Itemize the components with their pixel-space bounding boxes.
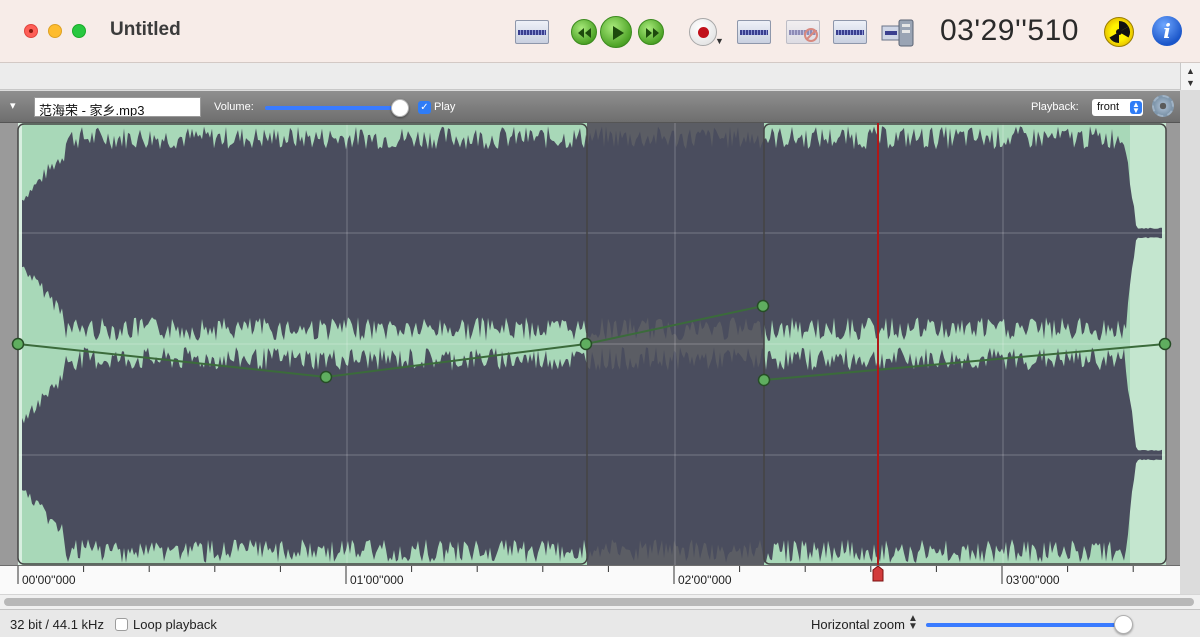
loop-playback-checkbox[interactable] — [115, 618, 128, 631]
play-icon[interactable] — [600, 16, 632, 48]
envelope-point[interactable] — [757, 373, 771, 387]
envelope-point[interactable] — [756, 299, 770, 313]
playback-select[interactable]: front ▲ ▼ — [1092, 99, 1143, 116]
horizontal-scrollbar[interactable] — [0, 594, 1200, 609]
zoom-stepper-icon[interactable]: ▲ ▼ — [908, 614, 918, 632]
audio-format: 32 bit / 44.1 kHz — [10, 617, 104, 632]
envelope-point[interactable] — [319, 370, 333, 384]
record-icon[interactable] — [689, 18, 717, 46]
waveform-channel — [22, 126, 1162, 341]
envelope-point[interactable] — [579, 337, 593, 351]
play-checkbox[interactable]: ✓ — [418, 101, 431, 114]
horizontal-scroll-thumb[interactable] — [4, 598, 1194, 606]
horizontal-zoom-label: Horizontal zoom — [811, 617, 905, 632]
ruler-ticks — [17, 566, 1134, 584]
track-header: ▾ 范海荣 - 家乡.mp3 Volume: ✓ Play Playback: … — [0, 91, 1180, 123]
playback-value: front — [1097, 101, 1120, 113]
rewind-icon[interactable] — [571, 19, 597, 45]
export-icon[interactable] — [881, 18, 915, 48]
status-bar: 32 bit / 44.1 kHz Loop playback Horizont… — [0, 609, 1200, 637]
play-label: Play — [434, 101, 456, 113]
select-arrows-icon: ▲ ▼ — [1130, 101, 1142, 115]
waveform-icon[interactable] — [515, 20, 549, 44]
minimize-window-button[interactable] — [48, 24, 62, 38]
volume-label: Volume: — [214, 101, 254, 113]
record-menu-caret-icon[interactable]: ▼ — [715, 36, 724, 46]
loop-playback-label: Loop playback — [133, 617, 217, 632]
zoom-window-button[interactable] — [72, 24, 86, 38]
waveform-canvas[interactable] — [0, 123, 1180, 565]
window-title: Untitled — [110, 19, 181, 40]
timeline-label: 02'00''000 — [678, 573, 732, 587]
waveform-edit-icon[interactable] — [737, 20, 771, 44]
envelope-point[interactable] — [11, 337, 25, 351]
horizontal-zoom-slider[interactable] — [926, 623, 1126, 627]
radiation-icon[interactable] — [1104, 17, 1134, 47]
collapse-track-icon[interactable]: ▾ — [10, 99, 24, 113]
track-list-strip — [0, 63, 1200, 90]
timeline-label: 03'00''000 — [1006, 573, 1060, 587]
file-name-field[interactable]: 范海荣 - 家乡.mp3 — [34, 97, 201, 117]
waveform-view[interactable] — [0, 123, 1180, 565]
envelope-point[interactable] — [1158, 337, 1172, 351]
timeline-ruler[interactable]: 00'00''000 01'00''000 02'00''000 03'00''… — [0, 565, 1180, 594]
close-window-button[interactable] — [24, 24, 38, 38]
volume-slider[interactable] — [265, 106, 405, 110]
vertical-scroll-arrows[interactable]: ▲ ▼ — [1180, 63, 1200, 90]
info-icon[interactable]: i — [1152, 16, 1182, 46]
waveform-disabled-icon[interactable] — [786, 20, 820, 44]
toolbar: Untitled ▼ 03'29''510 i — [0, 0, 1200, 63]
volume-slider-knob[interactable] — [391, 99, 409, 117]
waveform-split-icon[interactable] — [833, 20, 867, 44]
timeline-label: 00'00''000 — [22, 573, 76, 587]
horizontal-zoom-knob[interactable] — [1114, 615, 1133, 634]
playback-label: Playback: — [1031, 101, 1079, 113]
playhead-marker-icon[interactable] — [871, 566, 885, 582]
timeline-label: 01'00''000 — [350, 573, 404, 587]
gear-icon[interactable] — [1152, 95, 1174, 117]
fast-forward-icon[interactable] — [638, 19, 664, 45]
time-readout: 03'29''510 — [940, 14, 1079, 47]
